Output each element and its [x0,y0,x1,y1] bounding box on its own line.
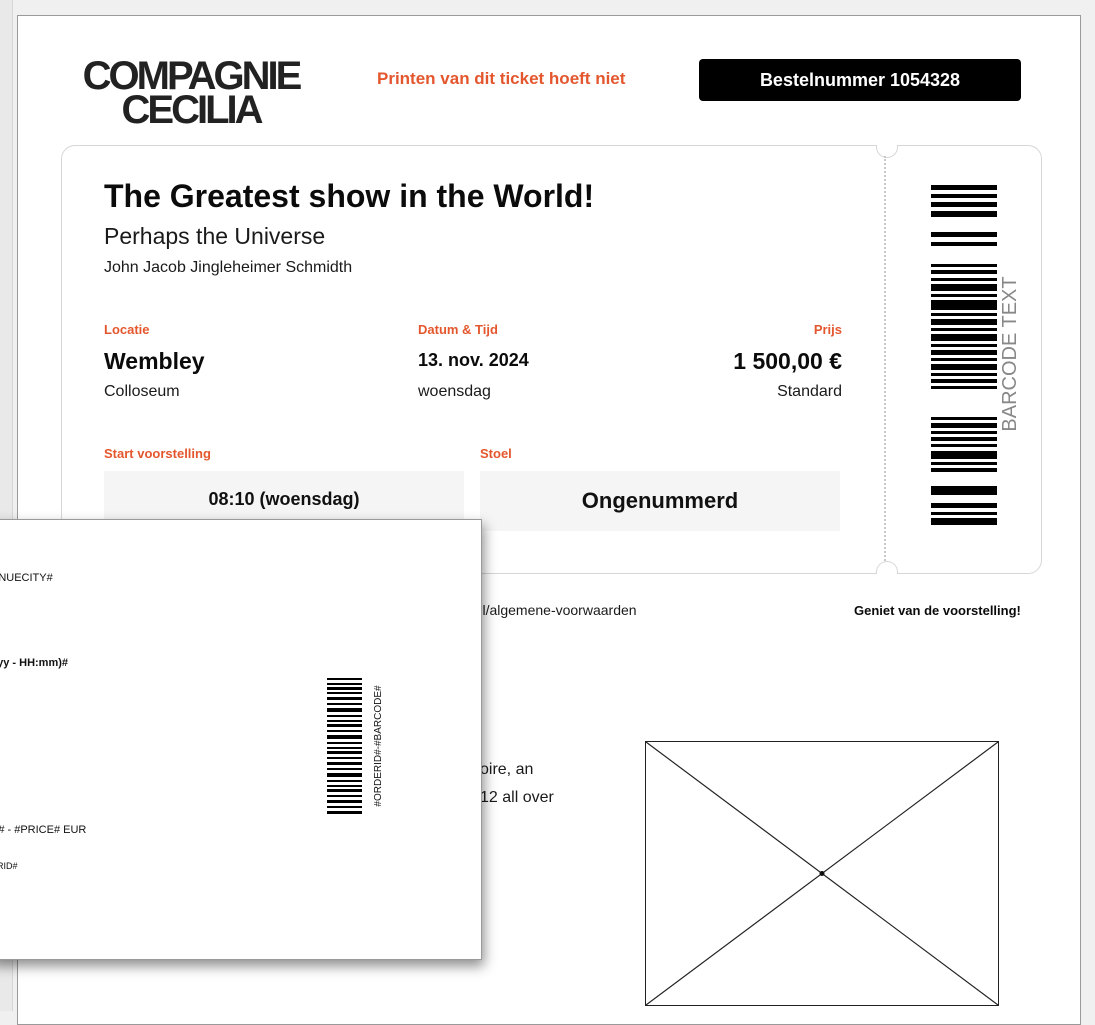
barcode-bar [931,242,997,246]
barcode-bar [327,730,362,732]
template-venue-city: ENUECITY# [0,572,53,584]
template-datetime: yyy - HH:mm)# [0,657,69,669]
barcode-bar [931,334,997,341]
barcode-bar [931,300,997,310]
event-subtitle: Perhaps the Universe [104,223,326,249]
barcode-bar [931,211,997,217]
barcode-bar [931,512,997,515]
barcode-bar [327,751,362,754]
barcode-bar [931,344,997,347]
ticket-card: The Greatest show in the World! Perhaps … [61,145,1042,574]
template-preview-window[interactable]: ENUECITY# yyy - HH:mm)# E# - #PRICE# EUR… [0,519,482,960]
barcode-bar [931,486,997,495]
barcode-bar [931,284,997,291]
barcode-bar [327,708,362,712]
barcode-bar [931,364,997,370]
barcode-bar [327,678,362,680]
barcode-bar [931,319,997,325]
print-notice: Printen van dit ticket hoeft niet [377,69,626,88]
ticket-stub-divider [884,156,886,561]
price-tier: Standard [777,383,842,400]
barcode-bar [327,800,362,803]
barcode-bar [327,789,362,792]
barcode-bar [327,780,362,782]
barcode-bar [931,194,997,198]
barcode-bar [931,350,997,355]
barcode-bar [931,462,997,465]
barcode-bar [327,735,362,739]
closing-message: Geniet van de voorstelling! [854,603,1021,618]
barcode-bar [327,703,362,705]
barcode-bar [327,747,362,749]
company-logo: COMPAGNIE CECILIA [71,56,311,132]
barcode-bar [327,757,362,759]
barcode-bar [327,785,362,787]
template-barcode-text: #ORDERID#-#BARCODE# [373,685,384,807]
barcode-bar [931,373,997,376]
seat-label: Stoel [480,446,512,461]
barcode-bar [327,697,362,700]
body-text-line-2: 12 all over [480,789,554,806]
template-order-id: ERID# [0,861,18,871]
barcode [931,185,997,525]
terms-link[interactable]: e/nl/algemene-voorwaarden [463,602,637,618]
template-price: E# - #PRICE# EUR [0,824,87,836]
price-amount: 1 500,00 € [733,348,842,374]
barcode-bar [931,386,997,389]
location-label: Locatie [104,322,150,337]
barcode-bar [931,202,997,207]
barcode-bar [931,503,997,508]
barcode-bar [931,313,997,316]
seat-box: Ongenummerd [480,471,840,531]
barcode-bar [931,437,997,441]
barcode-bar [327,768,362,770]
start-label: Start voorstelling [104,446,211,461]
performer-name: John Jacob Jingleheimer Schmidth [104,259,353,276]
venue-city: Colloseum [104,383,180,400]
barcode-bar [931,444,997,447]
barcode-bar [327,795,362,797]
barcode-bar [931,358,997,361]
barcode-bar [931,328,997,331]
barcode-bar [931,468,997,472]
barcode-bar [327,687,362,690]
barcode-bar [327,724,362,727]
barcode-bar [931,294,997,297]
barcode-bar [931,232,997,237]
barcode-bar [327,715,362,717]
venue-name: Wembley [104,348,205,374]
barcode-bar [327,811,362,814]
template-barcode [327,678,362,814]
barcode-bar [327,683,362,685]
ticket-notch-top [876,145,898,158]
event-weekday: woensdag [418,383,491,400]
price-label: Prijs [813,322,842,337]
barcode-bar [327,742,362,744]
barcode-bar [931,451,997,459]
event-date: 13. nov. 2024 [418,350,529,370]
barcode-bar [931,379,997,383]
datetime-label: Datum & Tijd [418,322,498,337]
body-text-line-1: oire, an [480,761,534,778]
barcode-bar [931,264,997,267]
order-number-badge: Bestelnummer 1054328 [699,59,1021,101]
ticket-notch-bottom [876,561,898,574]
barcode-bar [931,423,997,428]
barcode-bar [327,806,362,808]
barcode-bar [931,431,997,434]
barcode-bar [931,278,997,281]
barcode-text: BARCODE TEXT [999,276,1021,432]
barcode-bar [931,185,997,190]
barcode-bar [327,773,362,777]
event-title: The Greatest show in the World! [104,178,595,214]
barcode-bar [931,518,997,525]
barcode-bar [327,692,362,694]
barcode-bar [327,720,362,722]
image-placeholder [645,741,999,1006]
barcode-bar [931,417,997,420]
barcode-bar [931,270,997,274]
barcode-bar [327,762,362,765]
logo-line-2: CECILIA [121,88,264,132]
placeholder-center [819,871,825,876]
